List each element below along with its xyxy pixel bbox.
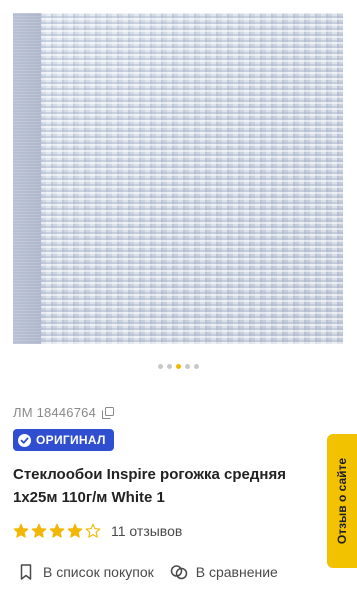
bookmark-icon [17, 563, 35, 581]
carousel-dots [0, 364, 357, 369]
carousel-dot[interactable] [167, 364, 172, 369]
star-empty-icon [85, 523, 101, 539]
badge-label: ОРИГИНАЛ [36, 433, 106, 447]
carousel-dot[interactable] [194, 364, 199, 369]
reviews-count[interactable]: 11 отзывов [111, 523, 182, 539]
site-feedback-tab[interactable]: Отзыв о сайте [327, 434, 357, 568]
product-title: Стеклообои Inspire рогожка средняя 1х25м… [13, 466, 286, 506]
shopping-list-label: В список покупок [43, 564, 154, 580]
check-shield-icon [17, 433, 32, 448]
carousel-dot[interactable] [158, 364, 163, 369]
carousel-dot[interactable] [176, 364, 181, 369]
compare-icon [170, 563, 188, 581]
star-filled-icon [49, 523, 65, 539]
carousel-dot[interactable] [185, 364, 190, 369]
star-filled-icon [67, 523, 83, 539]
sku-label: ЛМ 18446764 [13, 405, 97, 420]
add-to-compare-button[interactable]: В сравнение [170, 563, 278, 581]
product-image[interactable] [13, 13, 343, 344]
copy-icon[interactable] [102, 406, 115, 419]
rating-row[interactable]: 11 отзывов [13, 523, 182, 539]
rating-stars [13, 523, 101, 539]
sku-row: ЛМ 18446764 [13, 405, 115, 420]
image-edge-strip [13, 13, 41, 344]
star-filled-icon [31, 523, 47, 539]
original-badge: ОРИГИНАЛ [13, 429, 114, 451]
feedback-label: Отзыв о сайте [335, 457, 350, 545]
compare-label: В сравнение [195, 564, 278, 580]
product-actions: В список покупок В сравнение [17, 563, 278, 581]
star-filled-icon [13, 523, 29, 539]
product-page: ЛМ 18446764 ОРИГИНАЛ Стеклообои Inspire … [0, 0, 357, 600]
add-to-shopping-list-button[interactable]: В список покупок [17, 563, 154, 581]
